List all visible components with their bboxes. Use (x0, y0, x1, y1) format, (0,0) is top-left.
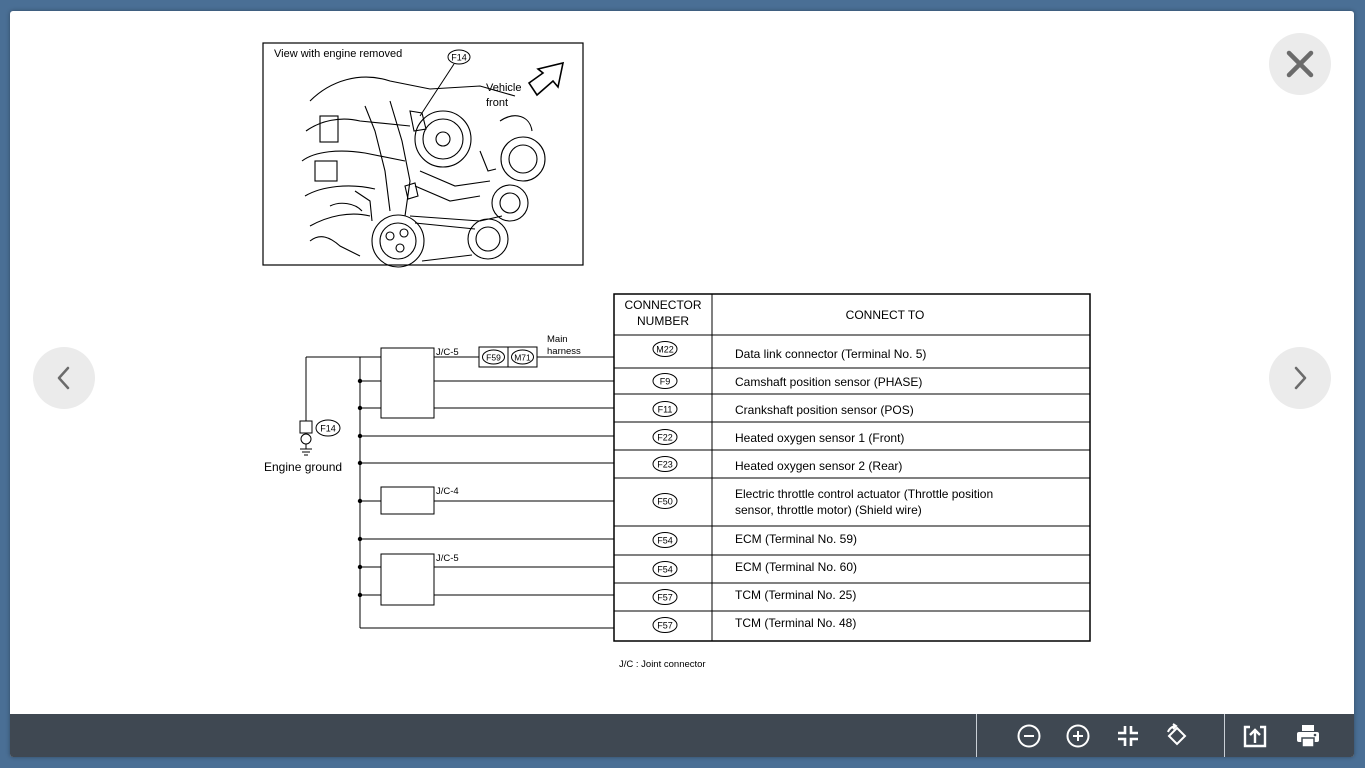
vehicle-front-label-2: front (486, 97, 508, 109)
row-connector: F57 (657, 621, 673, 631)
connector-table: CONNECTOR NUMBER CONNECT TO M22 Data lin… (613, 293, 1091, 642)
fit-to-screen-button[interactable] (1114, 722, 1142, 750)
rotate-button[interactable] (1163, 722, 1191, 750)
harness-connector-2: M71 (514, 353, 531, 363)
header-connector-line-2: NUMBER (637, 314, 689, 328)
vehicle-front-label-1: Vehicle (486, 82, 521, 94)
header-connector-line-1: CONNECTOR (624, 298, 701, 312)
row-description: Crankshaft position sensor (POS) (735, 403, 914, 417)
row-connector: M22 (656, 345, 674, 355)
row-connector: F57 (657, 593, 673, 603)
main-harness-label-1: Main (547, 334, 568, 345)
row-connector: F54 (657, 536, 673, 546)
zoom-out-icon (1017, 724, 1041, 748)
row-description: Camshaft position sensor (PHASE) (735, 375, 922, 389)
chevron-left-icon (57, 366, 70, 390)
image-viewer-dialog: View with engine removed F14 Vehicle fro… (10, 11, 1354, 757)
row-connector: F50 (657, 497, 673, 507)
row-description: Heated oxygen sensor 1 (Front) (735, 431, 904, 445)
open-external-icon (1243, 725, 1267, 748)
jc-mid-label: J/C-4 (436, 486, 459, 497)
jc-bottom-label: J/C-5 (436, 553, 459, 564)
row-description: TCM (Terminal No. 48) (735, 616, 856, 630)
zoom-out-button[interactable] (1015, 722, 1043, 750)
row-description: Heated oxygen sensor 2 (Rear) (735, 459, 902, 473)
row-connector: F22 (657, 433, 673, 443)
engine-view-illustration: View with engine removed F14 Vehicle fro… (262, 42, 584, 268)
row-connector: F23 (657, 460, 673, 470)
print-button[interactable] (1294, 722, 1322, 750)
viewer-toolbar (10, 714, 1354, 757)
open-in-new-window-button[interactable] (1241, 722, 1269, 750)
previous-image-button[interactable] (33, 347, 95, 409)
engine-ground-label: Engine ground (264, 460, 342, 474)
toolbar-divider (976, 714, 977, 757)
chevron-right-icon (1294, 366, 1307, 390)
toolbar-divider (1224, 714, 1225, 757)
wiring-diagram-image: View with engine removed F14 Vehicle fro… (262, 42, 1091, 670)
row-description: ECM (Terminal No. 60) (735, 560, 857, 574)
collapse-icon (1118, 726, 1138, 746)
zoom-in-icon (1066, 724, 1090, 748)
row-description: TCM (Terminal No. 25) (735, 588, 856, 602)
harness-connector-1: F59 (486, 353, 501, 363)
rotate-icon (1167, 723, 1187, 746)
header-connect-to: CONNECT TO (846, 308, 925, 322)
joint-connector-note: J/C : Joint connector (619, 659, 706, 670)
close-button[interactable] (1269, 33, 1331, 95)
row-description: ECM (Terminal No. 59) (735, 532, 857, 546)
jc-top-label: J/C-5 (436, 347, 459, 358)
print-icon (1297, 725, 1319, 748)
row-connector: F54 (657, 565, 673, 575)
engine-view-connector-label: F14 (451, 53, 467, 63)
main-harness-label-2: harness (547, 346, 581, 357)
zoom-in-button[interactable] (1064, 722, 1092, 750)
ground-connector-label: F14 (320, 424, 336, 434)
next-image-button[interactable] (1269, 347, 1331, 409)
row-description-line-2: sensor, throttle motor) (Shield wire) (735, 503, 922, 517)
row-connector: F11 (658, 405, 673, 415)
row-connector: F9 (660, 377, 671, 387)
close-icon (1286, 50, 1314, 78)
engine-view-caption: View with engine removed (274, 48, 402, 60)
row-description: Data link connector (Terminal No. 5) (735, 347, 926, 361)
row-description: Electric throttle control actuator (Thro… (735, 487, 993, 501)
